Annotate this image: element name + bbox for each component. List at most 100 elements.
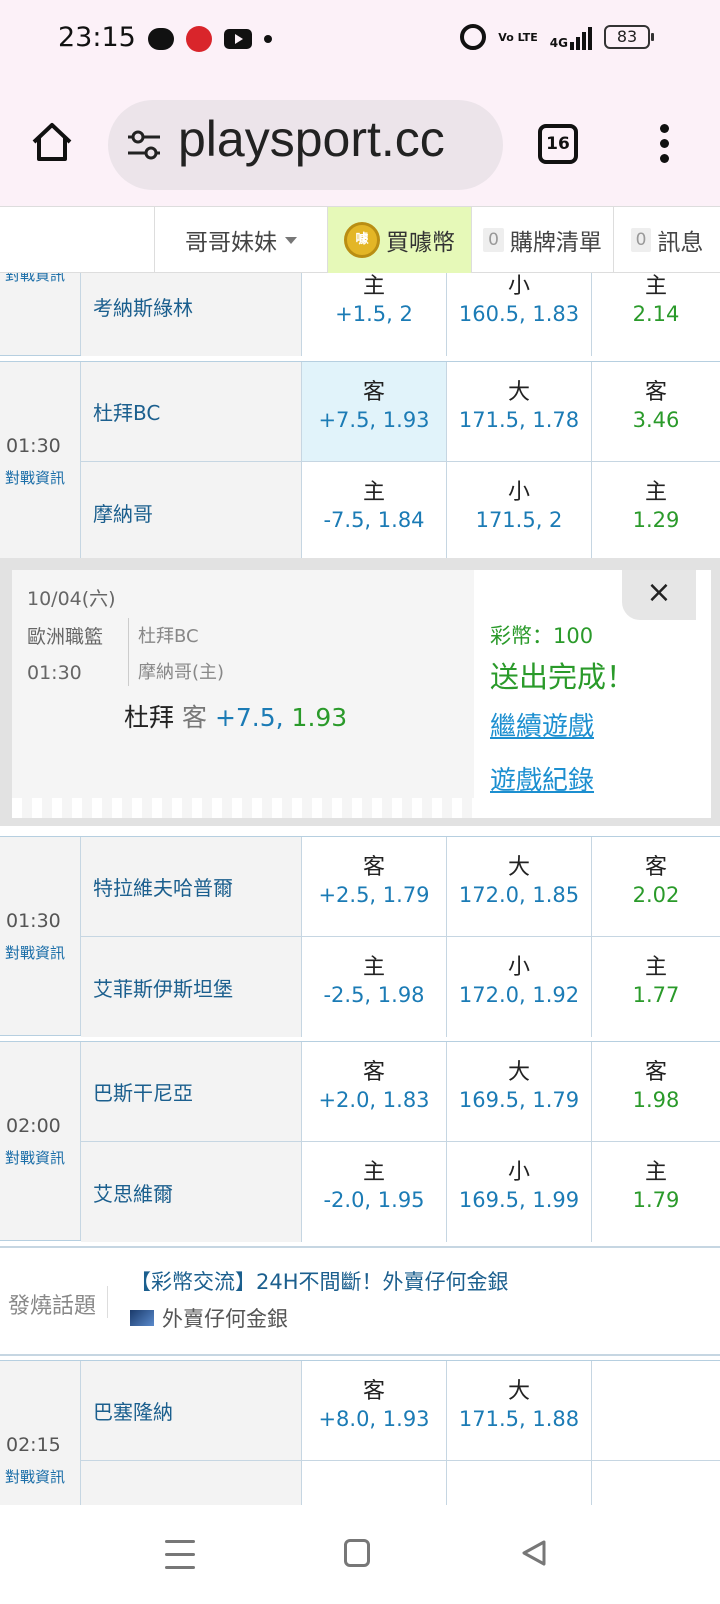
total-odd[interactable] — [447, 1461, 592, 1505]
browser-menu-button[interactable] — [658, 124, 670, 164]
team-row: 摩納哥 主 -7.5, 1.84 小 171.5, 2 主 1.29 — [81, 462, 720, 562]
spread-odd[interactable]: 主 +1.5, 2 — [302, 273, 447, 356]
cart-count-badge: 0 — [483, 228, 504, 252]
total-odd[interactable]: 大 171.5, 1.88 — [447, 1361, 592, 1460]
team-name[interactable] — [81, 1461, 302, 1505]
spread-odd[interactable]: 客 +8.0, 1.93 — [302, 1361, 447, 1460]
team-name[interactable]: 巴塞隆納 — [81, 1361, 302, 1460]
bet-league: 歐洲職籃 — [27, 626, 104, 648]
total-odd[interactable]: 小 172.0, 1.92 — [447, 937, 592, 1037]
hot-topic-author[interactable]: 外賣仔何金銀 — [130, 1303, 288, 1333]
match-time-column: 01:30 對戰資訊 — [0, 837, 81, 1035]
spread-odd[interactable]: 客 +2.0, 1.83 — [302, 1042, 447, 1141]
team-row: 巴斯干尼亞 客 +2.0, 1.83 大 169.5, 1.79 客 1.98 — [81, 1042, 720, 1142]
bet-confirmation-card: 10/04(六) 歐洲職籃 01:30 杜拜BC 摩納哥(主) 杜拜 客 +7.… — [12, 570, 711, 818]
bet-team-away: 杜拜BC — [138, 626, 199, 647]
team-name[interactable]: 考納斯綠林 — [81, 273, 302, 356]
match-info-link[interactable]: 對戰資訊 — [5, 273, 65, 285]
match-block: 02:15 對戰資訊 巴塞隆納 客 +8.0, 1.93 大 171.5, 1.88 — [0, 1360, 720, 1505]
home-icon — [32, 123, 72, 161]
moneyline-odd[interactable]: 主 2.14 — [592, 273, 720, 356]
moneyline-odd[interactable]: 客 2.02 — [592, 837, 720, 936]
spread-odd[interactable]: 主 -7.5, 1.84 — [302, 462, 447, 562]
url-text[interactable]: playsport.cc — [178, 110, 496, 168]
moneyline-odd[interactable]: 主 1.29 — [592, 462, 720, 562]
close-button[interactable]: × — [622, 570, 696, 620]
match-time: 01:30 — [6, 910, 61, 932]
match-info-link[interactable]: 對戰資訊 — [5, 467, 65, 488]
avatar — [130, 1310, 154, 1326]
youtube-icon — [224, 29, 252, 49]
match-block: 01:30 對戰資訊 杜拜BC 客 +7.5, 1.93 大 171.5, 1.78… — [0, 361, 720, 562]
match-info-link[interactable]: 對戰資訊 — [5, 1466, 65, 1487]
divider — [128, 618, 129, 686]
moneyline-odd[interactable] — [592, 1461, 720, 1505]
spread-odd[interactable]: 主 -2.0, 1.95 — [302, 1142, 447, 1242]
match-time: 02:00 — [6, 1115, 61, 1137]
game-history-link[interactable]: 遊戲紀錄 — [490, 760, 594, 797]
team-name[interactable]: 艾思維爾 — [81, 1142, 302, 1242]
caret-down-icon — [285, 236, 297, 244]
total-odd[interactable]: 小 160.5, 1.83 — [447, 273, 592, 356]
bet-time: 01:30 — [27, 662, 82, 684]
team-name[interactable]: 杜拜BC — [81, 362, 302, 461]
match-time-column: 01:30 對戰資訊 — [0, 362, 81, 560]
tab-switcher-button[interactable]: 16 — [538, 124, 578, 164]
system-icons: Vo LTE 4G 83 — [460, 24, 654, 50]
continue-game-link[interactable]: 繼續遊戲 — [490, 706, 594, 743]
user-menu[interactable]: 哥哥妹妹 — [154, 207, 327, 273]
moneyline-odd[interactable]: 客 1.98 — [592, 1042, 720, 1141]
system-nav-bar — [0, 1505, 720, 1604]
bet-confirmation-panel: 10/04(六) 歐洲職籃 01:30 杜拜BC 摩納哥(主) 杜拜 客 +7.… — [0, 558, 720, 826]
total-odd[interactable]: 大 172.0, 1.85 — [447, 837, 592, 936]
submit-status: 送出完成！ — [490, 660, 636, 694]
match-info-link[interactable]: 對戰資訊 — [5, 1147, 65, 1168]
moneyline-odd[interactable]: 主 1.77 — [592, 937, 720, 1037]
signal-4g-icon: 4G — [550, 24, 592, 50]
battery-icon: 83 — [604, 25, 654, 49]
bet-selection: 杜拜 客 +7.5, 1.93 — [124, 703, 348, 732]
match-time: 02:15 — [6, 1434, 61, 1456]
app-logo-icon — [186, 26, 212, 52]
site-nav: 哥哥妹妹 噱 買噱幣 0 購牌清單 0 訊息 — [0, 206, 720, 273]
match-time-column: 02:15 對戰資訊 — [0, 1361, 81, 1505]
spread-odd-selected[interactable]: 客 +7.5, 1.93 — [302, 362, 447, 461]
address-bar[interactable]: playsport.cc — [108, 100, 503, 190]
hot-topic-banner[interactable]: 發燒話題 【彩幣交流】24H不間斷！外賣仔何金銀 外賣仔何金銀 — [0, 1246, 720, 1356]
messages-link[interactable]: 0 訊息 — [613, 207, 720, 273]
odds-table: 對戰資訊 考納斯綠林 主 +1.5, 2 小 160.5, 1.83 主 2.14 0… — [0, 273, 720, 1505]
total-odd[interactable]: 小 169.5, 1.99 — [447, 1142, 592, 1242]
spread-odd[interactable] — [302, 1461, 447, 1505]
chat-icon — [148, 28, 174, 50]
spread-odd[interactable]: 客 +2.5, 1.79 — [302, 837, 447, 936]
back-button[interactable] — [520, 1539, 548, 1567]
hot-topic-title[interactable]: 【彩幣交流】24H不間斷！外賣仔何金銀 — [130, 1266, 509, 1296]
spread-odd[interactable]: 主 -2.5, 1.98 — [302, 937, 447, 1037]
match-block: 對戰資訊 考納斯綠林 主 +1.5, 2 小 160.5, 1.83 主 2.14 — [0, 273, 720, 356]
total-odd[interactable]: 大 169.5, 1.79 — [447, 1042, 592, 1141]
alarm-icon — [460, 24, 487, 50]
team-name[interactable]: 特拉維夫哈普爾 — [81, 837, 302, 936]
site-settings-icon[interactable] — [126, 128, 162, 162]
menu-icon — [165, 1540, 195, 1543]
moneyline-odd[interactable]: 客 3.46 — [592, 362, 720, 461]
notification-icons — [148, 26, 272, 52]
team-row: 特拉維夫哈普爾 客 +2.5, 1.79 大 172.0, 1.85 客 2.02 — [81, 837, 720, 937]
home-nav-button[interactable] — [344, 1539, 370, 1567]
buy-coins-button[interactable]: 噱 買噱幣 — [327, 207, 471, 273]
recents-button[interactable] — [165, 1540, 195, 1579]
browser-toolbar: playsport.cc 16 — [0, 82, 720, 206]
coin-amount: 彩幣：100 — [490, 624, 594, 648]
moneyline-odd[interactable]: 主 1.79 — [592, 1142, 720, 1242]
team-name[interactable]: 艾菲斯伊斯坦堡 — [81, 937, 302, 1037]
total-odd[interactable]: 大 171.5, 1.78 — [447, 362, 592, 461]
ticket-edge — [12, 798, 474, 818]
moneyline-odd[interactable] — [592, 1361, 720, 1460]
total-odd[interactable]: 小 171.5, 2 — [447, 462, 592, 562]
match-info-link[interactable]: 對戰資訊 — [5, 942, 65, 963]
home-button[interactable] — [30, 120, 74, 164]
match-block: 02:00 對戰資訊 巴斯干尼亞 客 +2.0, 1.83 大 169.5, 1.7… — [0, 1041, 720, 1242]
team-name[interactable]: 摩納哥 — [81, 462, 302, 562]
cart-link[interactable]: 0 購牌清單 — [471, 207, 613, 273]
team-name[interactable]: 巴斯干尼亞 — [81, 1042, 302, 1141]
